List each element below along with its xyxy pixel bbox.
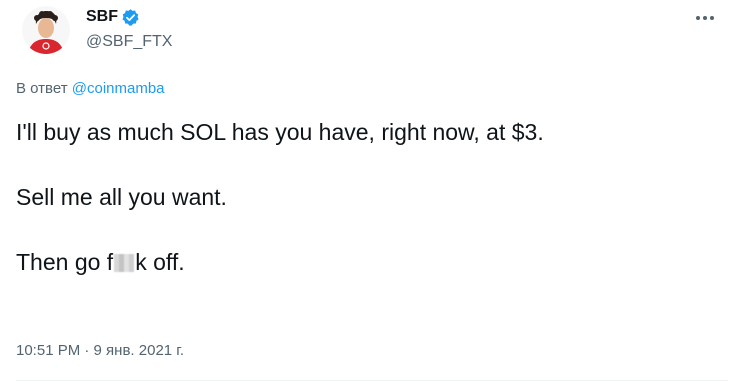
avatar[interactable] (22, 6, 70, 54)
reply-mention-link[interactable]: @coinmamba (72, 80, 165, 97)
reply-context: В ответ @coinmamba (16, 80, 165, 97)
more-options-button[interactable] (688, 6, 722, 30)
avatar-icon (22, 6, 70, 54)
author-names: SBF @SBF_FTX (86, 6, 172, 51)
tweet-line-start: Then go f (16, 249, 114, 275)
verified-badge-icon (121, 8, 140, 27)
tweet-line-end: k off. (135, 249, 185, 275)
tweet-line: Then go f k off. (16, 248, 728, 276)
censored-blur (114, 254, 135, 272)
tweet-header: SBF @SBF_FTX (16, 6, 728, 60)
tweet-line: Sell me all you want. (16, 184, 227, 210)
author-handle[interactable]: @SBF_FTX (86, 33, 172, 51)
reply-prefix: В ответ (16, 80, 68, 97)
more-icon (696, 16, 714, 20)
display-name[interactable]: SBF (86, 8, 118, 26)
divider (16, 380, 728, 381)
tweet-line: I'll buy as much SOL has you have, right… (16, 119, 544, 145)
display-name-row[interactable]: SBF (86, 6, 172, 28)
tweet-text: I'll buy as much SOL has you have, right… (16, 118, 728, 313)
tweet-card: SBF @SBF_FTX В ответ @coinmamba I'll buy… (0, 0, 744, 385)
tweet-timestamp[interactable]: 10:51 PM · 9 янв. 2021 г. (16, 342, 184, 359)
